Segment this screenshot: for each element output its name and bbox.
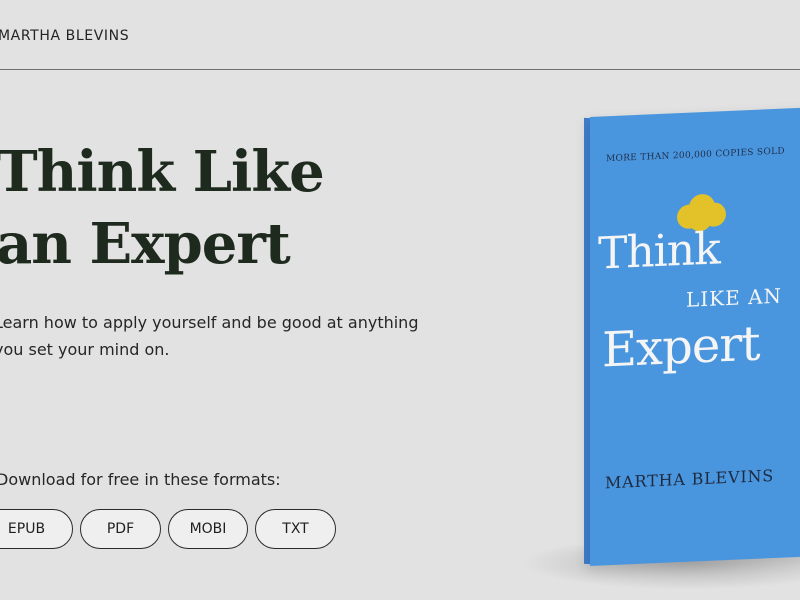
- format-buttons: EPUB PDF MOBI TXT: [0, 509, 336, 549]
- download-label: Download for free in these formats:: [0, 470, 281, 489]
- cover-author: MARTHA BLEVINS: [605, 465, 775, 493]
- landing-page: MARTHA BLEVINS Think Like an Expert Lear…: [0, 0, 800, 600]
- cover-title-think: Think: [598, 223, 720, 280]
- epub-button[interactable]: EPUB: [0, 509, 73, 549]
- title-line-2: an Expert: [0, 211, 291, 277]
- top-bar: MARTHA BLEVINS: [0, 0, 800, 70]
- author-name[interactable]: MARTHA BLEVINS: [0, 28, 129, 44]
- tagline: Learn how to apply yourself and be good …: [0, 313, 419, 359]
- title-line-1: Think Like: [0, 139, 325, 205]
- copies-sold-text: MORE THAN 200,000 COPIES SOLD: [606, 146, 785, 165]
- cover-title-expert: Expert: [602, 315, 760, 379]
- pdf-button[interactable]: PDF: [80, 509, 161, 549]
- cover-title-like-an: LIKE AN: [686, 283, 783, 312]
- book-cover: MORE THAN 200,000 COPIES SOLD Think LIKE…: [590, 106, 800, 567]
- txt-button[interactable]: TXT: [255, 509, 336, 549]
- mobi-button[interactable]: MOBI: [168, 509, 248, 549]
- page-title: Think Like an Expert: [0, 136, 325, 280]
